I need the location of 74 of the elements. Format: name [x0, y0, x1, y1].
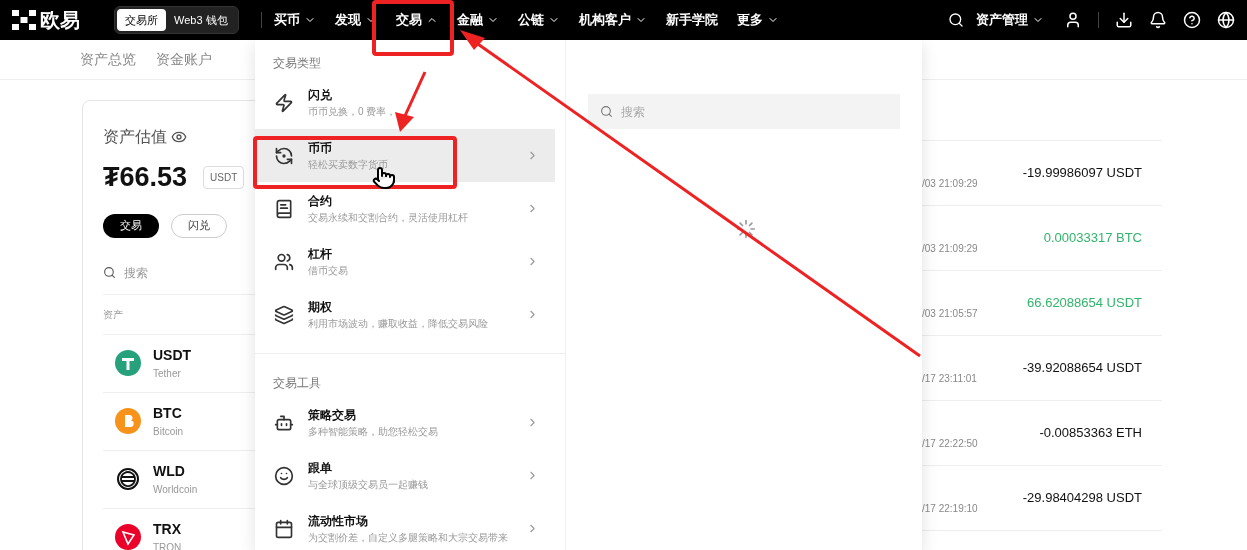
- item-description: 币币兑换，0 费率，: [308, 105, 397, 119]
- notebook-icon: [274, 198, 294, 219]
- lightning-icon: [274, 92, 294, 113]
- smile-icon: [274, 465, 294, 486]
- nav-item[interactable]: 公链: [517, 10, 560, 30]
- arrow: [395, 71, 427, 132]
- menu-item[interactable]: 流动性市场 为交割价差，自定义多腿策略和大宗交易带来: [255, 502, 555, 550]
- people-icon: [274, 251, 294, 272]
- sub-tab[interactable]: 资金账户: [156, 49, 212, 70]
- record-time: /03 21:09:29: [922, 176, 978, 191]
- item-description: 多种智能策略，助您轻松交易: [308, 425, 438, 439]
- record-amount: -0.00853363 ETH: [1039, 424, 1142, 443]
- section-title: 交易工具: [272, 375, 322, 392]
- item-title: 币币: [308, 140, 333, 157]
- item-title: 闪兑: [308, 87, 333, 104]
- item-title: 合约: [308, 193, 333, 210]
- coin-name: Worldcoin: [153, 483, 198, 497]
- record-amount: 0.00033317 BTC: [1043, 229, 1142, 248]
- card-title: 资产估值: [103, 127, 167, 147]
- item-description: 为交割价差，自定义多腿策略和大宗交易带来: [308, 531, 508, 545]
- circular-arrows-icon: [274, 145, 294, 166]
- item-title: 流动性市场: [308, 513, 369, 530]
- coin-symbol: TRX: [153, 520, 182, 539]
- calendar-icon: [274, 518, 294, 539]
- download-icon[interactable]: [1115, 11, 1133, 29]
- sub-tab[interactable]: 资产总览: [80, 49, 136, 70]
- balance-amount: ₮66.53: [103, 161, 188, 194]
- action-button[interactable]: 交易: [103, 213, 159, 238]
- nav-item[interactable]: 新手学院: [665, 10, 718, 30]
- item-description: 交易永续和交割合约，灵活使用杠杆: [308, 211, 468, 225]
- coin-name: Bitcoin: [153, 425, 183, 439]
- record-amount: -29.98404298 USDT: [1022, 489, 1142, 508]
- menu-item[interactable]: 币币 轻松买卖数字货币: [255, 129, 555, 182]
- logo-icon: [12, 10, 36, 30]
- asset-menu[interactable]: 资产管理: [976, 10, 1044, 30]
- section-title: 交易类型: [272, 55, 322, 72]
- globe-icon[interactable]: [1217, 11, 1235, 29]
- bell-icon[interactable]: [1149, 11, 1167, 29]
- logo-text: 欧易: [40, 8, 80, 33]
- item-title: 杠杆: [308, 246, 333, 263]
- record-time: /17 23:11:01: [922, 371, 977, 386]
- nav-item[interactable]: 发现: [334, 10, 377, 30]
- item-title: 策略交易: [308, 407, 357, 424]
- coin-symbol: USDT: [153, 346, 192, 365]
- nav-item[interactable]: 机构客户: [578, 10, 647, 30]
- coin-symbol: BTC: [153, 404, 183, 423]
- coin-symbol: WLD: [153, 462, 186, 481]
- coin-name: Tether: [153, 367, 182, 381]
- currency-select[interactable]: USDT: [203, 165, 245, 189]
- mode-tab[interactable]: Web3 钱包: [166, 8, 236, 32]
- record-time: /03 21:09:29: [922, 241, 978, 256]
- item-description: 轻松买卖数字货币: [308, 158, 388, 172]
- search-icon: [103, 266, 116, 279]
- item-description: 利用市场波动，赚取收益，降低交易风险: [308, 317, 488, 331]
- record-amount: 66.62088654 USDT: [1027, 294, 1142, 313]
- record-time: /17 22:19:10: [922, 501, 978, 516]
- nav-item[interactable]: 更多: [736, 10, 779, 30]
- nav-item[interactable]: 买币: [273, 10, 316, 30]
- item-description: 借币交易: [308, 264, 348, 278]
- layers-icon: [274, 304, 294, 325]
- search-icon[interactable]: [948, 12, 964, 28]
- item-title: 跟单: [308, 460, 333, 477]
- record-time: /17 22:22:50: [922, 436, 978, 451]
- user-icon[interactable]: [1064, 11, 1082, 29]
- record-time: /03 21:05:57: [922, 306, 978, 321]
- record-amount: -19.99986097 USDT: [1022, 164, 1142, 183]
- search-icon: [600, 105, 613, 118]
- record-amount: -39.92088654 USDT: [1022, 359, 1142, 378]
- help-icon[interactable]: [1183, 11, 1201, 29]
- item-title: 期权: [308, 299, 333, 316]
- eye-icon[interactable]: [171, 129, 187, 145]
- nav-item[interactable]: 交易: [395, 10, 438, 30]
- mode-tab[interactable]: 交易所: [117, 8, 166, 32]
- nav-item[interactable]: 金融: [456, 10, 499, 30]
